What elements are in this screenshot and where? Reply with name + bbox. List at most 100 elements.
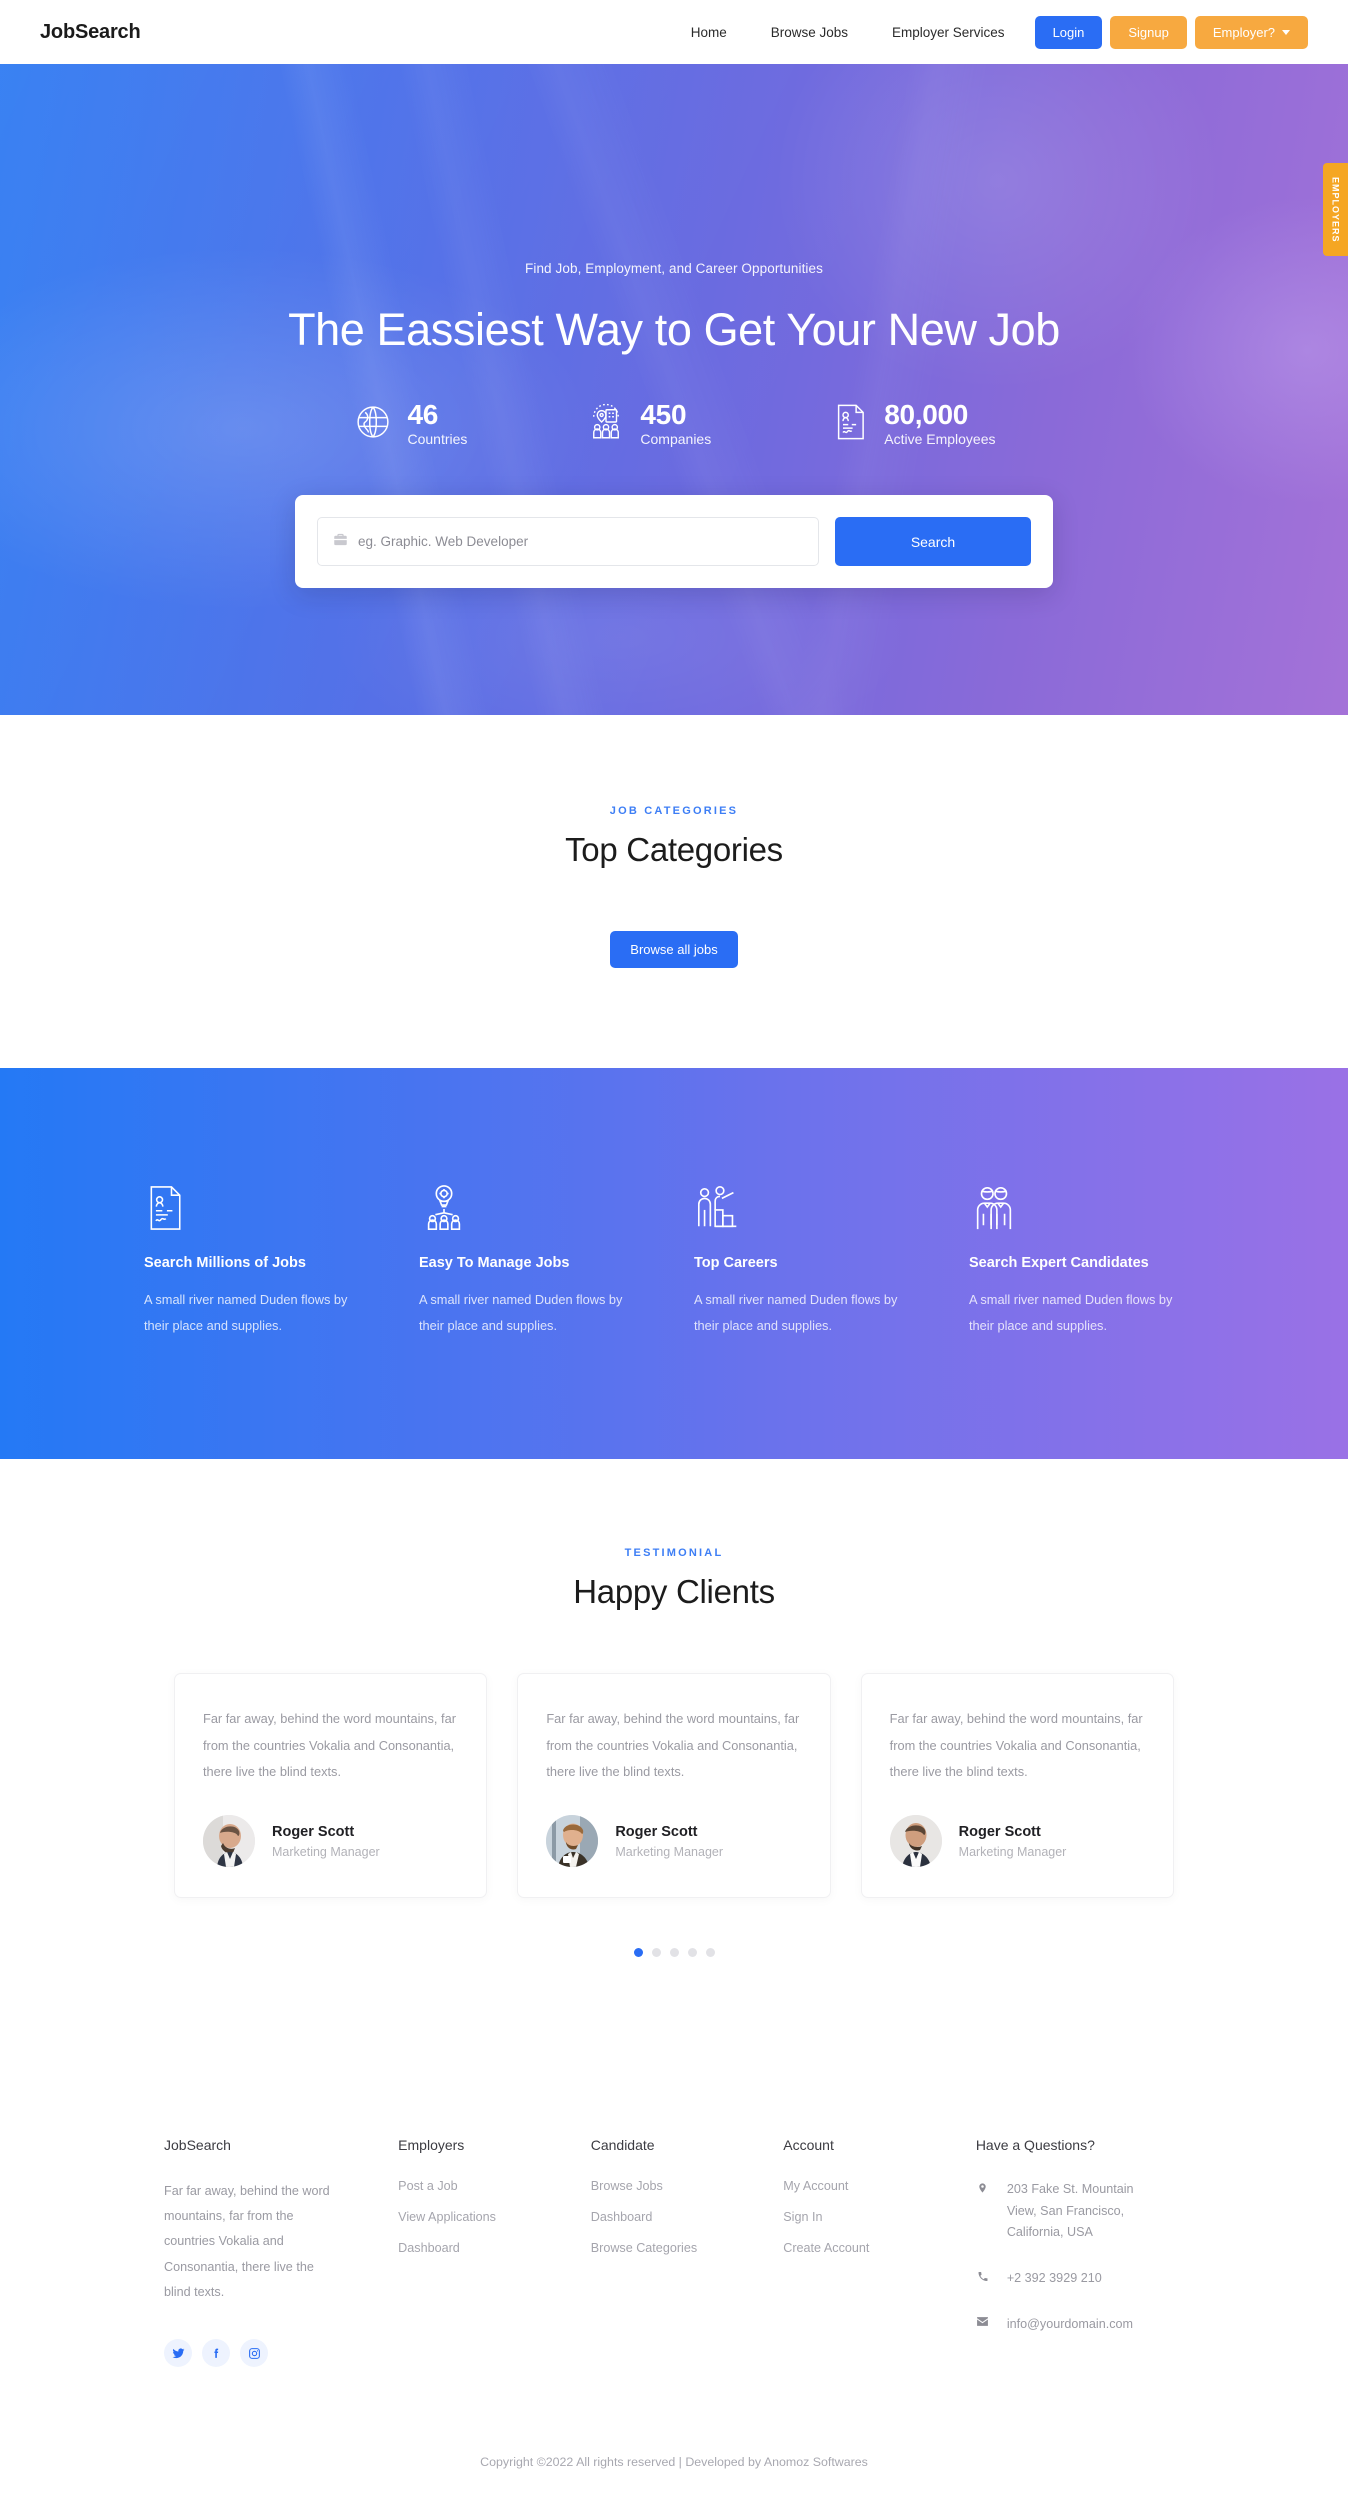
- nav-item-employer-services[interactable]: Employer Services: [870, 25, 1027, 40]
- career-ladder-icon: [694, 1183, 929, 1233]
- footer-link-post-a-job[interactable]: Post a Job: [398, 2179, 565, 2193]
- nav-links-group: Home Browse Jobs Employer Services Login…: [669, 15, 1308, 49]
- testimonial-author-info: Roger Scott Marketing Manager: [272, 1824, 380, 1859]
- footer-link-create-account[interactable]: Create Account: [783, 2241, 950, 2255]
- stat-companies-text: 450 Companies: [640, 399, 712, 448]
- feature-card: Top Careers A small river named Duden fl…: [694, 1183, 929, 1339]
- feature-description: A small river named Duden flows by their…: [419, 1292, 623, 1334]
- hero-stats: 46 Countries 450 Companies 80,000 Active…: [0, 400, 1348, 447]
- contact-address-row: 203 Fake St. Mountain View, San Francisc…: [976, 2179, 1184, 2244]
- testimonials-section: TESTIMONIAL Happy Clients Far far away, …: [0, 1459, 1348, 2068]
- footer-column-contact: Have a Questions? 203 Fake St. Mountain …: [976, 2137, 1184, 2367]
- hero-section: Find Job, Employment, and Career Opportu…: [0, 64, 1348, 715]
- brand-logo[interactable]: JobSearch: [40, 21, 141, 44]
- carousel-dots: [0, 1948, 1348, 1958]
- features-section: Search Millions of Jobs A small river na…: [0, 1068, 1348, 1460]
- carousel-dot-1[interactable]: [633, 1948, 643, 1958]
- footer-link-browse-jobs[interactable]: Browse Jobs: [591, 2179, 758, 2193]
- search-input[interactable]: [358, 534, 803, 550]
- avatar: [203, 1815, 255, 1868]
- carousel-dot-4[interactable]: [687, 1948, 697, 1958]
- search-input-wrapper[interactable]: [317, 517, 819, 567]
- companies-icon: [585, 401, 627, 447]
- testimonial-name: Roger Scott: [958, 1823, 1041, 1840]
- testimonials-title: Happy Clients: [573, 1573, 775, 1611]
- top-navbar: JobSearch Home Browse Jobs Employer Serv…: [0, 0, 1348, 64]
- footer-link-view-applications[interactable]: View Applications: [398, 2210, 565, 2224]
- hero-eyebrow: Find Job, Employment, and Career Opportu…: [525, 261, 823, 276]
- hero-title: The Eassiest Way to Get Your New Job: [288, 304, 1060, 355]
- feature-description: A small river named Duden flows by their…: [969, 1292, 1173, 1334]
- chevron-down-icon: [1282, 29, 1290, 35]
- stat-active-employees-value: 80,000: [884, 399, 969, 430]
- testimonial-name: Roger Scott: [272, 1823, 355, 1840]
- footer-column-account: Account My Account Sign In Create Accoun…: [783, 2137, 950, 2367]
- feature-card: Easy To Manage Jobs A small river named …: [419, 1183, 654, 1339]
- testimonial-role: Marketing Manager: [615, 1844, 724, 1859]
- globe-icon: [352, 401, 394, 447]
- contact-address: 203 Fake St. Mountain View, San Francisc…: [1006, 2182, 1134, 2240]
- testimonial-author-info: Roger Scott Marketing Manager: [959, 1824, 1067, 1859]
- testimonial-author: Roger Scott Marketing Manager: [889, 1815, 1145, 1868]
- feature-title: Top Careers: [694, 1255, 778, 1271]
- testimonial-quote: Far far away, behind the word mountains,…: [889, 1711, 1143, 1779]
- carousel-dot-3[interactable]: [669, 1948, 679, 1958]
- nav-item-home[interactable]: Home: [669, 25, 749, 40]
- facebook-icon[interactable]: [202, 2339, 230, 2368]
- browse-all-jobs-button[interactable]: Browse all jobs: [610, 931, 738, 968]
- stat-companies-label: Companies: [640, 431, 712, 448]
- contact-email-row: info@yourdomain.com: [976, 2314, 1184, 2336]
- footer-link-candidate-dashboard[interactable]: Dashboard: [591, 2210, 758, 2224]
- search-button[interactable]: Search: [835, 517, 1031, 567]
- testimonial-author: Roger Scott Marketing Manager: [203, 1815, 458, 1868]
- stat-companies-value: 450: [640, 399, 687, 430]
- candidates-icon: [969, 1183, 1204, 1233]
- footer-link-sign-in[interactable]: Sign In: [783, 2210, 950, 2224]
- instagram-icon[interactable]: [240, 2339, 268, 2368]
- carousel-dot-5[interactable]: [705, 1948, 715, 1958]
- contact-phone-row: +2 392 3929 210: [976, 2268, 1184, 2290]
- footer-link-browse-categories[interactable]: Browse Categories: [591, 2241, 758, 2255]
- feature-title: Search Expert Candidates: [969, 1255, 1149, 1271]
- nav-item-browse-jobs[interactable]: Browse Jobs: [749, 25, 870, 40]
- footer-link-employer-dashboard[interactable]: Dashboard: [398, 2241, 565, 2255]
- stat-countries-label: Countries: [407, 431, 468, 448]
- features-grid: Search Millions of Jobs A small river na…: [144, 1183, 1204, 1339]
- feature-title: Search Millions of Jobs: [144, 1255, 306, 1271]
- feature-title: Easy To Manage Jobs: [419, 1255, 570, 1271]
- carousel-dot-2[interactable]: [651, 1948, 661, 1958]
- idea-network-icon: [419, 1183, 654, 1233]
- footer-link-my-account[interactable]: My Account: [783, 2179, 950, 2193]
- twitter-icon[interactable]: [164, 2339, 192, 2368]
- signup-button[interactable]: Signup: [1110, 15, 1187, 49]
- testimonial-name: Roger Scott: [615, 1823, 698, 1840]
- testimonial-card: Far far away, behind the word mountains,…: [517, 1673, 831, 1899]
- footer-contact-title: Have a Questions?: [975, 2137, 1095, 2154]
- stat-active-employees-text: 80,000 Active Employees: [884, 399, 996, 448]
- footer: JobSearch Far far away, behind the word …: [0, 2067, 1348, 2503]
- footer-about-description: Far far away, behind the word mountains,…: [164, 2184, 330, 2299]
- contact-phone[interactable]: +2 392 3929 210: [1007, 2268, 1102, 2290]
- job-search-card: Search: [295, 495, 1053, 589]
- testimonial-card: Far far away, behind the word mountains,…: [174, 1673, 488, 1899]
- employer-dropdown-label: Employer?: [1212, 24, 1275, 40]
- employer-dropdown-button[interactable]: Employer?: [1194, 15, 1308, 49]
- testimonials-eyebrow: TESTIMONIAL: [624, 1547, 724, 1560]
- login-button[interactable]: Login: [1034, 15, 1103, 49]
- copyright-text: Copyright ©2022 All rights reserved | De…: [480, 2455, 868, 2470]
- testimonial-role: Marketing Manager: [958, 1844, 1067, 1859]
- contact-email[interactable]: info@yourdomain.com: [1007, 2314, 1133, 2336]
- footer-employers-title: Employers: [398, 2137, 465, 2154]
- stat-active-employees-label: Active Employees: [884, 431, 996, 448]
- testimonial-card: Far far away, behind the word mountains,…: [860, 1673, 1174, 1899]
- feature-card: Search Expert Candidates A small river n…: [969, 1183, 1204, 1339]
- top-categories-section: JOB CATEGORIES Top Categories Browse all…: [0, 715, 1348, 1068]
- employers-side-tab-label: EMPLOYERS: [1330, 176, 1341, 243]
- categories-eyebrow: JOB CATEGORIES: [609, 805, 739, 817]
- social-links: [164, 2339, 372, 2368]
- stat-active-employees: 80,000 Active Employees: [829, 399, 996, 448]
- stat-countries-text: 46 Countries: [407, 400, 468, 448]
- footer-columns: JobSearch Far far away, behind the word …: [164, 2137, 1184, 2368]
- envelope-icon: [976, 2314, 990, 2327]
- employers-side-tab[interactable]: EMPLOYERS: [1323, 163, 1348, 256]
